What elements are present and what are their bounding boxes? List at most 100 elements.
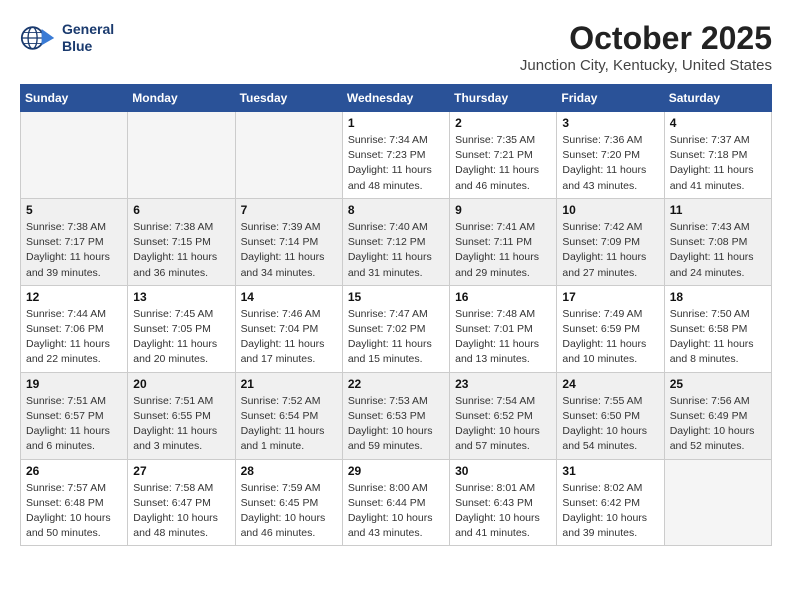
day-number: 4 — [670, 116, 766, 130]
calendar-cell: 23Sunrise: 7:54 AM Sunset: 6:52 PM Dayli… — [450, 372, 557, 459]
calendar-cell: 15Sunrise: 7:47 AM Sunset: 7:02 PM Dayli… — [342, 285, 449, 372]
calendar-cell: 14 Sunrise: 7:46 AM Sunset: 7:04 PM Dayli… — [235, 285, 342, 372]
day-number: 16 — [455, 290, 551, 304]
day-info: Sunrise: 7:43 AM Sunset: 7:08 PM Dayligh… — [670, 220, 766, 281]
calendar-cell — [664, 459, 771, 546]
day-number: 3 — [562, 116, 658, 130]
calendar-cell: 22 Sunrise: 7:53 AM Sunset: 6:53 PM Dayli… — [342, 372, 449, 459]
day-number: 5 — [26, 203, 122, 217]
calendar-week-row: 12 Sunrise: 7:44 AM Sunset: 7:06 PM Dayli… — [21, 285, 772, 372]
day-number: 18 — [670, 290, 766, 304]
calendar-cell: 3 Sunrise: 7:36 AM Sunset: 7:20 PM Daylig… — [557, 112, 664, 199]
day-info: Sunrise: 7:48 AM Sunset: 7:01 PM Dayligh… — [455, 307, 551, 368]
calendar-cell: 9Sunrise: 7:41 AM Sunset: 7:11 PM Daylig… — [450, 198, 557, 285]
title-block: October 2025 Junction City, Kentucky, Un… — [520, 20, 772, 74]
calendar-cell: 30 Sunrise: 8:01 AM Sunset: 6:43 PM Dayli… — [450, 459, 557, 546]
day-number: 21 — [241, 377, 337, 391]
day-info: Sunrise: 7:58 AM Sunset: 6:47 PM Dayligh… — [133, 481, 229, 542]
day-info: Sunrise: 7:56 AM Sunset: 6:49 PM Dayligh… — [670, 394, 766, 455]
day-number: 22 — [348, 377, 444, 391]
calendar-week-row: 19 Sunrise: 7:51 AM Sunset: 6:57 PM Dayli… — [21, 372, 772, 459]
day-info: Sunrise: 7:35 AM Sunset: 7:21 PM Dayligh… — [455, 133, 551, 194]
calendar-cell: 12 Sunrise: 7:44 AM Sunset: 7:06 PM Dayli… — [21, 285, 128, 372]
calendar-cell: 1 Sunrise: 7:34 AM Sunset: 7:23 PM Daylig… — [342, 112, 449, 199]
day-info: Sunrise: 7:46 AM Sunset: 7:04 PM Dayligh… — [241, 307, 337, 368]
calendar-table: SundayMondayTuesdayWednesdayThursdayFrid… — [20, 84, 772, 546]
column-header-tuesday: Tuesday — [235, 85, 342, 112]
day-info: Sunrise: 7:39 AM Sunset: 7:14 PM Dayligh… — [241, 220, 337, 281]
day-number: 11 — [670, 203, 766, 217]
day-number: 26 — [26, 464, 122, 478]
day-info: Sunrise: 7:54 AM Sunset: 6:52 PM Dayligh… — [455, 394, 551, 455]
calendar-cell: 29 Sunrise: 8:00 AM Sunset: 6:44 PM Dayli… — [342, 459, 449, 546]
day-number: 13 — [133, 290, 229, 304]
calendar-cell: 20Sunrise: 7:51 AM Sunset: 6:55 PM Dayli… — [128, 372, 235, 459]
day-number: 2 — [455, 116, 551, 130]
day-number: 14 — [241, 290, 337, 304]
calendar-cell: 27Sunrise: 7:58 AM Sunset: 6:47 PM Dayli… — [128, 459, 235, 546]
calendar-week-row: 5 Sunrise: 7:38 AM Sunset: 7:17 PM Daylig… — [21, 198, 772, 285]
calendar-cell: 28 Sunrise: 7:59 AM Sunset: 6:45 PM Dayli… — [235, 459, 342, 546]
day-number: 17 — [562, 290, 658, 304]
day-info: Sunrise: 8:01 AM Sunset: 6:43 PM Dayligh… — [455, 481, 551, 542]
day-info: Sunrise: 7:51 AM Sunset: 6:57 PM Dayligh… — [26, 394, 122, 455]
day-info: Sunrise: 7:36 AM Sunset: 7:20 PM Dayligh… — [562, 133, 658, 194]
day-info: Sunrise: 8:00 AM Sunset: 6:44 PM Dayligh… — [348, 481, 444, 542]
day-info: Sunrise: 7:59 AM Sunset: 6:45 PM Dayligh… — [241, 481, 337, 542]
day-number: 1 — [348, 116, 444, 130]
day-number: 8 — [348, 203, 444, 217]
day-info: Sunrise: 7:40 AM Sunset: 7:12 PM Dayligh… — [348, 220, 444, 281]
day-info: Sunrise: 7:38 AM Sunset: 7:17 PM Dayligh… — [26, 220, 122, 281]
calendar-cell: 26 Sunrise: 7:57 AM Sunset: 6:48 PM Dayli… — [21, 459, 128, 546]
calendar-cell: 24 Sunrise: 7:55 AM Sunset: 6:50 PM Dayli… — [557, 372, 664, 459]
column-header-monday: Monday — [128, 85, 235, 112]
month-year: October 2025 — [520, 20, 772, 57]
logo-icon — [20, 20, 56, 56]
calendar-week-row: 26 Sunrise: 7:57 AM Sunset: 6:48 PM Dayli… — [21, 459, 772, 546]
calendar-cell: 25Sunrise: 7:56 AM Sunset: 6:49 PM Dayli… — [664, 372, 771, 459]
calendar-cell: 18 Sunrise: 7:50 AM Sunset: 6:58 PM Dayli… — [664, 285, 771, 372]
calendar-header-row: SundayMondayTuesdayWednesdayThursdayFrid… — [21, 85, 772, 112]
calendar-cell: 13 Sunrise: 7:45 AM Sunset: 7:05 PM Dayli… — [128, 285, 235, 372]
day-info: Sunrise: 7:50 AM Sunset: 6:58 PM Dayligh… — [670, 307, 766, 368]
calendar-cell: 11 Sunrise: 7:43 AM Sunset: 7:08 PM Dayli… — [664, 198, 771, 285]
day-info: Sunrise: 7:53 AM Sunset: 6:53 PM Dayligh… — [348, 394, 444, 455]
logo-line1: General — [62, 21, 114, 38]
day-info: Sunrise: 7:38 AM Sunset: 7:15 PM Dayligh… — [133, 220, 229, 281]
calendar-cell: 6Sunrise: 7:38 AM Sunset: 7:15 PM Daylig… — [128, 198, 235, 285]
logo-line2: Blue — [62, 38, 114, 55]
day-info: Sunrise: 7:42 AM Sunset: 7:09 PM Dayligh… — [562, 220, 658, 281]
calendar-cell: 19 Sunrise: 7:51 AM Sunset: 6:57 PM Dayli… — [21, 372, 128, 459]
day-number: 19 — [26, 377, 122, 391]
calendar-cell: 10 Sunrise: 7:42 AM Sunset: 7:09 PM Dayli… — [557, 198, 664, 285]
page-header: General Blue October 2025 Junction City,… — [20, 20, 772, 74]
day-info: Sunrise: 7:44 AM Sunset: 7:06 PM Dayligh… — [26, 307, 122, 368]
day-info: Sunrise: 7:47 AM Sunset: 7:02 PM Dayligh… — [348, 307, 444, 368]
calendar-cell: 2 Sunrise: 7:35 AM Sunset: 7:21 PM Daylig… — [450, 112, 557, 199]
day-info: Sunrise: 7:34 AM Sunset: 7:23 PM Dayligh… — [348, 133, 444, 194]
day-info: Sunrise: 7:57 AM Sunset: 6:48 PM Dayligh… — [26, 481, 122, 542]
calendar-cell: 5 Sunrise: 7:38 AM Sunset: 7:17 PM Daylig… — [21, 198, 128, 285]
calendar-cell — [21, 112, 128, 199]
day-info: Sunrise: 7:52 AM Sunset: 6:54 PM Dayligh… — [241, 394, 337, 455]
day-number: 10 — [562, 203, 658, 217]
day-number: 20 — [133, 377, 229, 391]
day-number: 28 — [241, 464, 337, 478]
column-header-friday: Friday — [557, 85, 664, 112]
day-number: 9 — [455, 203, 551, 217]
day-info: Sunrise: 7:55 AM Sunset: 6:50 PM Dayligh… — [562, 394, 658, 455]
location: Junction City, Kentucky, United States — [520, 57, 772, 74]
day-info: Sunrise: 7:45 AM Sunset: 7:05 PM Dayligh… — [133, 307, 229, 368]
column-header-sunday: Sunday — [21, 85, 128, 112]
day-number: 24 — [562, 377, 658, 391]
day-number: 29 — [348, 464, 444, 478]
day-number: 31 — [562, 464, 658, 478]
calendar-cell: 8 Sunrise: 7:40 AM Sunset: 7:12 PM Daylig… — [342, 198, 449, 285]
day-number: 12 — [26, 290, 122, 304]
calendar-cell — [235, 112, 342, 199]
day-number: 30 — [455, 464, 551, 478]
calendar-cell — [128, 112, 235, 199]
column-header-wednesday: Wednesday — [342, 85, 449, 112]
day-number: 7 — [241, 203, 337, 217]
calendar-cell: 16 Sunrise: 7:48 AM Sunset: 7:01 PM Dayli… — [450, 285, 557, 372]
